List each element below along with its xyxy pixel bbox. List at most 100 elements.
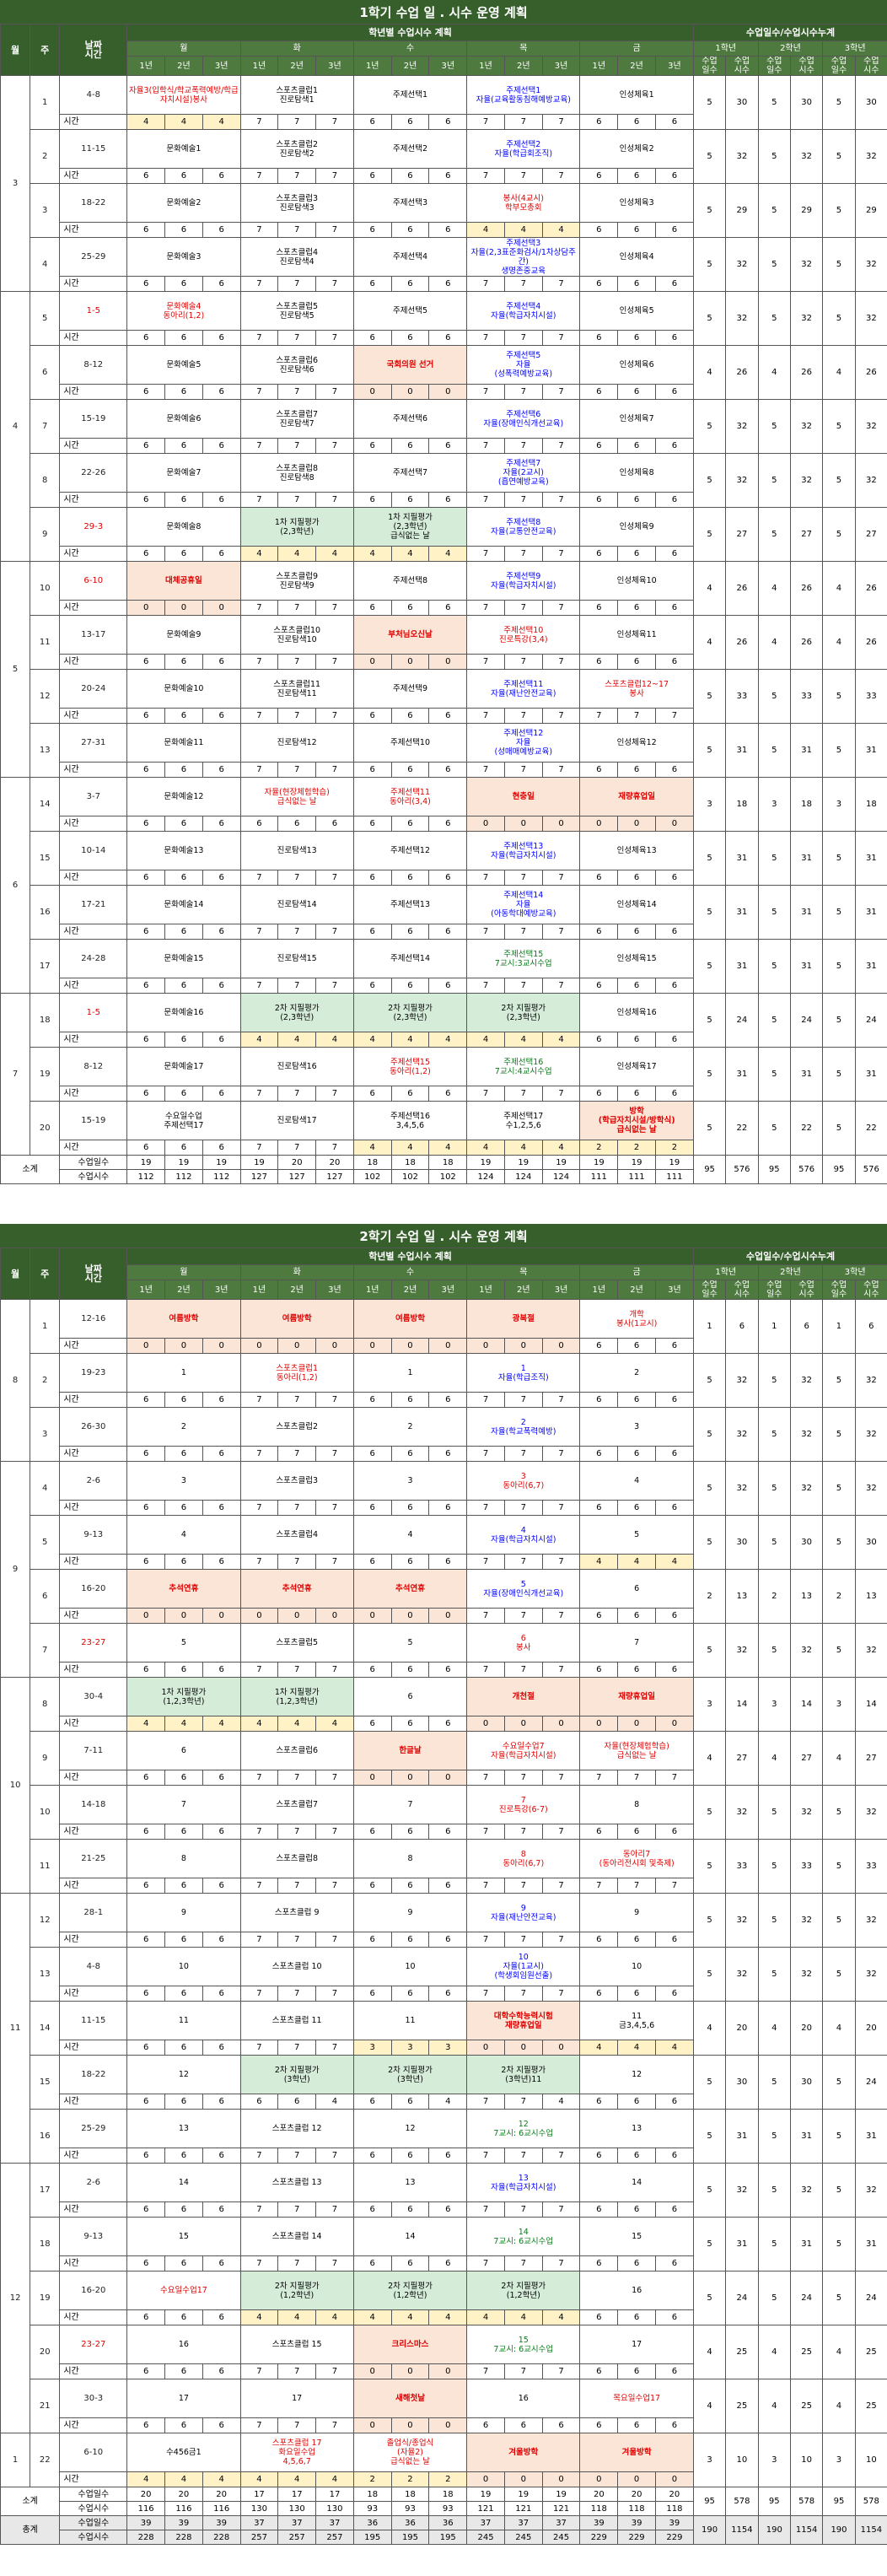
day-cell: 스포츠클럽4	[239, 1515, 354, 1555]
hours-value: 6	[164, 2094, 203, 2110]
summary-value: 5	[692, 993, 727, 1048]
summary-value: 5	[822, 399, 856, 454]
day-header: 수	[352, 40, 468, 57]
hours-value: 6	[202, 1086, 241, 1102]
summary-value: 5	[757, 2217, 791, 2272]
subtotal-summary: 190	[822, 2515, 856, 2545]
summary-value: 5	[822, 885, 856, 940]
subtotal-label: 총계	[0, 2515, 61, 2545]
day-cell: 추석연휴	[239, 1569, 354, 1609]
summary-value: 24	[854, 2055, 887, 2110]
hours-value: 6	[202, 222, 241, 238]
hours-value: 7	[466, 2255, 505, 2272]
day-cell: 문화예술14	[126, 885, 241, 924]
hours-value: 0	[390, 1338, 430, 1354]
summary-value: 26	[789, 561, 824, 616]
summary-value: 32	[854, 453, 887, 508]
hours-value: 6	[579, 2201, 619, 2218]
hours-value: 0	[239, 1608, 279, 1624]
summary-value: 33	[725, 1839, 759, 1894]
hours-value: 7	[503, 2255, 543, 2272]
hours-value: 4	[239, 2309, 279, 2325]
hours-value: 0	[617, 1716, 656, 1732]
hours-value: 6	[579, 2148, 619, 2164]
day-cell: 인성체육1	[579, 75, 694, 115]
summary-header: 수업일수/수업시수누계	[692, 1248, 887, 1265]
hours-value: 6	[126, 2094, 166, 2110]
hours-value: 4	[315, 1032, 354, 1048]
hours-value: 7	[315, 114, 354, 130]
day-cell: 진로탐색17	[239, 1101, 354, 1140]
date-cell: 14-18	[59, 1785, 128, 1824]
hours-value: 6	[202, 438, 241, 454]
grade-summary-header: 3학년	[822, 40, 887, 57]
summary-col-header: 수업 시수	[854, 1280, 887, 1300]
day-cell: 진로탐색16	[239, 1047, 354, 1086]
hours-value: 0	[428, 1338, 468, 1354]
hours-value: 6	[164, 654, 203, 670]
hours-value: 7	[503, 762, 543, 778]
summary-value: 5	[822, 129, 856, 184]
subtotal-hours: 112	[202, 1169, 241, 1184]
grade-header: 2년	[164, 56, 203, 76]
hours-value: 6	[202, 708, 241, 724]
hours-value: 7	[277, 924, 317, 940]
hours-value: 0	[202, 1338, 241, 1354]
hours-value: 7	[315, 330, 354, 346]
summary-value: 3	[692, 1677, 727, 1732]
hours-value: 6	[654, 222, 694, 238]
hours-value: 6	[352, 1392, 392, 1408]
subtotal-hours: 102	[352, 1169, 392, 1184]
hours-value: 7	[239, 2417, 279, 2433]
summary-value: 33	[725, 669, 759, 724]
hours-value: 6	[352, 1446, 392, 1462]
subtotal-hours: 93	[390, 2501, 430, 2516]
summary-value: 20	[725, 2001, 759, 2056]
hours-value: 6	[202, 2148, 241, 2164]
date-cell: 10-14	[59, 831, 128, 870]
week-row: 13 27-31 문화예술11 진로탐색12 주제선택10 주제선택12 자율 (성매매예방교…	[1, 723, 887, 778]
summary-value: 24	[725, 993, 759, 1048]
day-cell: 크리스마스	[352, 2325, 468, 2364]
hours-value: 6	[428, 978, 468, 994]
month-cell: 7	[0, 993, 31, 1156]
hours-value: 6	[126, 2363, 166, 2379]
hours-value: 7	[541, 2148, 581, 2164]
summary-value: 32	[854, 129, 887, 184]
summary-value: 3	[692, 2433, 727, 2487]
hours-value: 7	[239, 2148, 279, 2164]
hours-value: 7	[239, 924, 279, 940]
hours-value: 0	[579, 1716, 619, 1732]
grade-header: 2년	[277, 1280, 317, 1300]
summary-value: 31	[789, 2109, 824, 2164]
subtotal-days: 39	[579, 2515, 619, 2530]
date-cell: 25-29	[59, 2109, 128, 2148]
hours-value: 7	[315, 1392, 354, 1408]
week-number: 15	[30, 2055, 61, 2110]
day-cell: 1차 지필평가 (2,3학년)	[239, 507, 354, 547]
summary-value: 32	[725, 453, 759, 508]
hours-value: 6	[126, 978, 166, 994]
hours-value: 7	[239, 1140, 279, 1156]
hours-label: 시간	[59, 2201, 128, 2218]
hours-value: 7	[239, 978, 279, 994]
hours-label: 시간	[59, 438, 128, 454]
hours-value: 6	[654, 168, 694, 184]
summary-value: 14	[725, 1677, 759, 1732]
day-cell: 13	[352, 2163, 468, 2202]
hours-value: 6	[164, 1878, 203, 1894]
hours-label: 시간	[59, 168, 128, 184]
subtotal-days: 20	[654, 2487, 694, 2502]
day-cell: 스포츠클럽 11	[239, 2001, 354, 2040]
hours-value: 6	[654, 438, 694, 454]
day-cell: 7	[126, 1785, 241, 1824]
grade-header: 1년	[352, 1280, 392, 1300]
summary-value: 5	[822, 453, 856, 508]
hours-value: 0	[352, 2417, 392, 2433]
hours-value: 6	[352, 168, 392, 184]
summary-value: 32	[854, 1623, 887, 1678]
hours-value: 0	[239, 1338, 279, 1354]
hours-value: 7	[503, 330, 543, 346]
hours-value: 7	[466, 1500, 505, 1516]
hours-value: 4	[352, 546, 392, 562]
